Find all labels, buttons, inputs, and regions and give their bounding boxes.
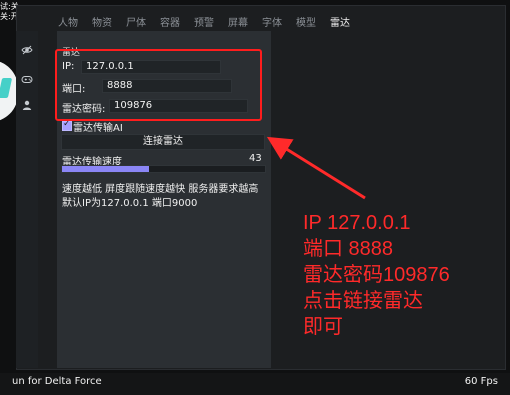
footer-left: un for Delta Force bbox=[12, 376, 102, 387]
annotation-line-2: 端口 8888 bbox=[303, 238, 394, 260]
fps-counter: 60 Fps bbox=[464, 376, 498, 387]
annotation-text: IP 127.0.0.1 端口 8888 雷达密码109876 点击链接雷达 即… bbox=[303, 210, 450, 340]
annotation-line-3: 雷达密码109876 bbox=[303, 264, 450, 286]
annotation-arrow bbox=[266, 136, 366, 200]
annotation-line-1: IP 127.0.0.1 bbox=[303, 212, 411, 234]
annotation-line-5: 即可 bbox=[303, 316, 343, 338]
annotation-line-4: 点击链接雷达 bbox=[303, 290, 423, 312]
